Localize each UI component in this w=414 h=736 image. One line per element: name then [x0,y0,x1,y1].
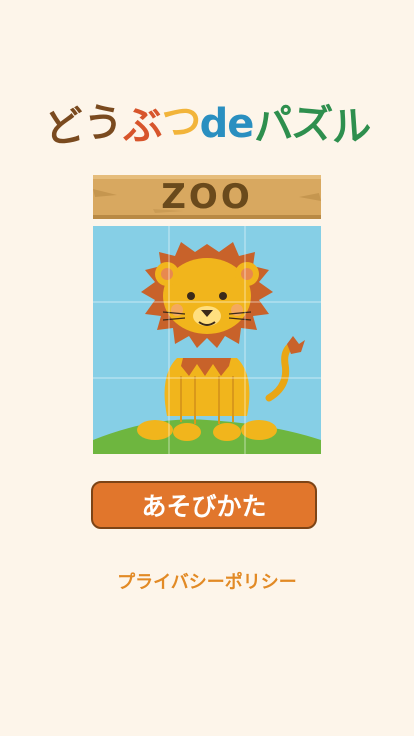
how-to-play-button[interactable]: あそびかた [91,481,317,529]
app-title-char: ズ [290,99,334,149]
puzzle-board[interactable] [93,226,321,454]
app-title-char: う [80,99,124,149]
privacy-policy-link[interactable]: プライバシーポリシー [0,566,414,596]
app-title-char: つ [159,97,202,147]
zoo-sign-label: ZOO [161,177,253,217]
app-title-char: パ [251,101,295,151]
app-title-char: ぶ [119,101,164,151]
app-title-char: de [199,101,255,147]
app-title-char: ル [330,102,373,152]
app-title-char: ど [41,102,87,154]
app-title: ど う ぶ つ de パ ズ ル [0,84,414,154]
